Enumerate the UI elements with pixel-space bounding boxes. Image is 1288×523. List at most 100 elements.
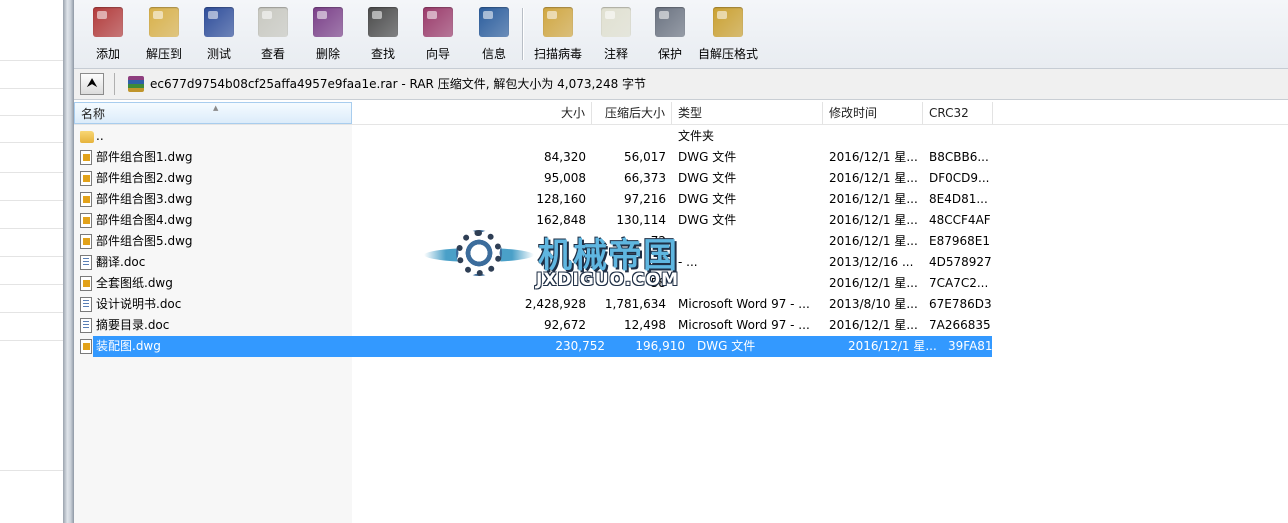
file-row[interactable]: 全套图纸.dwg 58 2016/12/1 星... 7CA7C2... xyxy=(74,273,992,294)
file-name: 翻译.doc xyxy=(96,255,146,269)
background-line xyxy=(0,470,63,471)
toolbar-button-virus-scan[interactable]: 扫描病毒 xyxy=(530,5,586,63)
column-header-type[interactable]: 类型 xyxy=(672,102,823,124)
file-name: 装配图.dwg xyxy=(96,339,161,353)
file-name: .. xyxy=(96,129,104,143)
file-type: Microsoft Word 97 - ... xyxy=(678,297,810,311)
file-packed: 56,017 xyxy=(624,150,666,164)
toolbar-button-extract-to[interactable]: 解压到 xyxy=(136,5,192,63)
file-crc: 39FA81... xyxy=(948,339,1004,353)
delete-icon xyxy=(313,7,343,37)
doc-file-icon xyxy=(80,297,92,312)
extract-to-icon xyxy=(149,7,179,37)
address-separator xyxy=(114,73,115,95)
dwg-file-icon xyxy=(80,171,92,186)
file-name: 部件组合图4.dwg xyxy=(96,213,193,227)
window-frame-left xyxy=(63,0,74,523)
sort-ascending-icon: ▲ xyxy=(213,104,219,112)
virus-scan-icon xyxy=(543,7,573,37)
toolbar-button-add-archive[interactable]: 添加 xyxy=(80,5,136,63)
file-name: 全套图纸.dwg xyxy=(96,276,173,290)
folder-icon xyxy=(80,131,94,143)
archive-path-text: ec677d9754b08cf25affa4957e9faa1e.rar - R… xyxy=(150,77,647,91)
file-packed: 196,910 xyxy=(635,339,685,353)
file-size: 95,008 xyxy=(544,171,586,185)
file-packed: 72 xyxy=(650,234,666,248)
file-crc: 67E786D3 xyxy=(929,297,992,311)
file-crc: 8E4D81... xyxy=(929,192,988,206)
background-document-strip xyxy=(0,0,63,523)
test-icon xyxy=(204,7,234,37)
toolbar-button-protect[interactable]: 保护 xyxy=(642,5,698,63)
dwg-file-icon xyxy=(80,276,92,291)
toolbar: 添加 解压到 测试 查看 删除 查找 向导 信息 扫描病毒 注释 保护 自解压格式 xyxy=(74,0,1288,69)
file-size: 92,672 xyxy=(544,318,586,332)
up-folder-button[interactable]: ⮝ xyxy=(80,73,104,95)
file-row[interactable]: 翻译.doc - ... 2013/12/16 ... 4D578927 xyxy=(74,252,992,273)
file-row[interactable]: 部件组合图5.dwg 72 2016/12/1 星... E87968E1 xyxy=(74,231,992,252)
background-line xyxy=(0,284,63,285)
file-crc: 7A266835 xyxy=(929,318,991,332)
file-packed: 130,114 xyxy=(616,213,666,227)
file-row[interactable]: 装配图.dwg 230,752 196,910 DWG 文件 2016/12/1 星..… xyxy=(80,336,1004,357)
toolbar-button-label: 自解压格式 xyxy=(697,47,758,61)
column-header-modified[interactable]: 修改时间 xyxy=(823,102,923,124)
file-list[interactable]: 名称 ▲ 大小 压缩后大小 类型 修改时间 CRC32 .. 文件夹 部件组合图1.… xyxy=(74,100,1288,523)
file-size: 230,752 xyxy=(555,339,605,353)
file-type: 文件夹 xyxy=(678,129,715,143)
file-crc: E87968E1 xyxy=(929,234,990,248)
file-modified: 2016/12/1 星... xyxy=(829,318,918,332)
address-bar: ⮝ ec677d9754b08cf25affa4957e9faa1e.rar -… xyxy=(74,69,1288,100)
toolbar-button-delete[interactable]: 删除 xyxy=(300,5,356,63)
toolbar-button-wizard[interactable]: 向导 xyxy=(410,5,466,63)
background-line xyxy=(0,340,63,341)
file-name: 部件组合图5.dwg xyxy=(96,234,193,248)
doc-file-icon xyxy=(80,318,92,333)
file-modified: 2016/12/1 星... xyxy=(829,150,918,164)
file-modified: 2016/12/1 星... xyxy=(829,234,918,248)
file-modified: 2016/12/1 星... xyxy=(829,192,918,206)
dwg-file-icon xyxy=(80,234,92,249)
file-row[interactable]: 部件组合图4.dwg 162,848 130,114 DWG 文件 2016/12/1 … xyxy=(74,210,992,231)
file-crc: 7CA7C2... xyxy=(929,276,989,290)
info-icon xyxy=(479,7,509,37)
file-row[interactable]: 设计说明书.doc 2,428,928 1,781,634 Microsoft Wor… xyxy=(74,294,992,315)
view-icon xyxy=(258,7,288,37)
file-size: 128,160 xyxy=(536,192,586,206)
rar-archive-icon xyxy=(128,76,144,92)
file-modified: 2013/12/16 ... xyxy=(829,255,914,269)
file-row[interactable]: 部件组合图1.dwg 84,320 56,017 DWG 文件 2016/12/1 星.… xyxy=(74,147,992,168)
add-archive-icon xyxy=(93,7,123,37)
file-modified: 2016/12/1 星... xyxy=(848,339,937,353)
toolbar-button-find[interactable]: 查找 xyxy=(355,5,411,63)
list-header: 名称 ▲ 大小 压缩后大小 类型 修改时间 CRC32 xyxy=(74,102,1288,125)
file-packed: 12,498 xyxy=(624,318,666,332)
toolbar-button-info[interactable]: 信息 xyxy=(466,5,522,63)
column-header-packed[interactable]: 压缩后大小 xyxy=(592,102,672,124)
dwg-file-icon xyxy=(80,213,92,228)
column-header-name-label: 名称 xyxy=(81,107,106,121)
column-header-crc[interactable]: CRC32 xyxy=(923,102,993,124)
background-line xyxy=(0,228,63,229)
file-name: 设计说明书.doc xyxy=(96,297,182,311)
background-line xyxy=(0,88,63,89)
background-line xyxy=(0,312,63,313)
file-name: 部件组合图2.dwg xyxy=(96,171,193,185)
winrar-window: 添加 解压到 测试 查看 删除 查找 向导 信息 扫描病毒 注释 保护 自解压格式 ⮝ ec677d9… xyxy=(74,0,1288,523)
doc-file-icon xyxy=(80,255,92,270)
file-row[interactable]: 部件组合图2.dwg 95,008 66,373 DWG 文件 2016/12/1 星.… xyxy=(74,168,992,189)
file-row[interactable]: .. 文件夹 xyxy=(74,126,992,147)
file-row[interactable]: 摘要目录.doc 92,672 12,498 Microsoft Word 97 - … xyxy=(74,315,992,336)
file-crc: 48CCF4AF xyxy=(929,213,991,227)
file-crc: DF0CD9... xyxy=(929,171,990,185)
file-row[interactable]: 部件组合图3.dwg 128,160 97,216 DWG 文件 2016/12/1 星… xyxy=(74,189,992,210)
column-header-name[interactable]: 名称 ▲ xyxy=(74,102,352,124)
toolbar-button-view[interactable]: 查看 xyxy=(245,5,301,63)
column-header-size[interactable]: 大小 xyxy=(352,102,592,124)
file-packed: 66,373 xyxy=(624,171,666,185)
toolbar-button-sfx[interactable]: 自解压格式 xyxy=(698,5,758,63)
file-type: DWG 文件 xyxy=(678,150,737,164)
file-size: 162,848 xyxy=(536,213,586,227)
file-type: DWG 文件 xyxy=(678,192,737,206)
file-modified: 2016/12/1 星... xyxy=(829,276,918,290)
